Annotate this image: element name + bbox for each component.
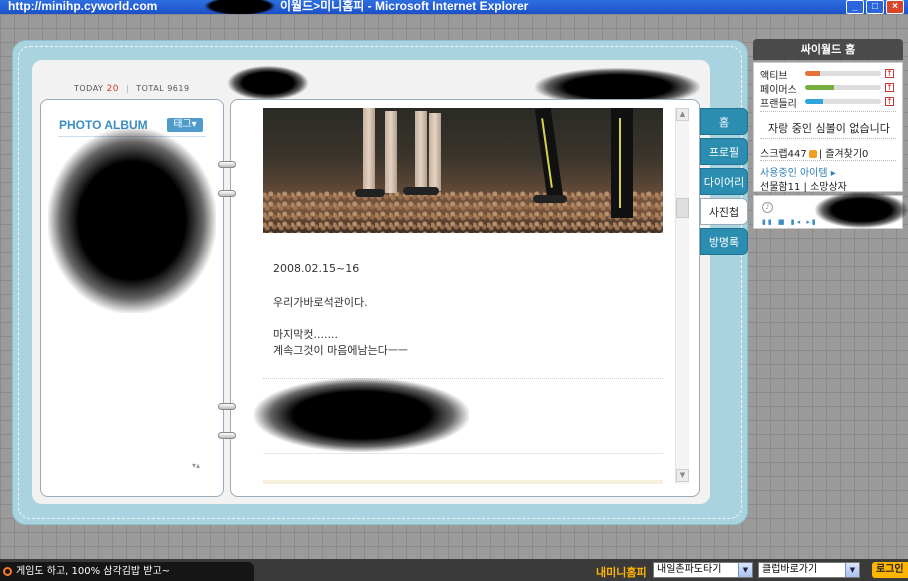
club-select-value: 클럽바로가기 bbox=[762, 564, 818, 575]
side-divider bbox=[760, 111, 896, 112]
gift-box-link[interactable]: 선물함11 | 소망상자 bbox=[760, 178, 847, 193]
player-controls[interactable]: ▮▮ ■ ▮◂ ▸▮ bbox=[762, 218, 818, 226]
side-divider bbox=[760, 160, 896, 161]
gift-label: 선물함11 bbox=[760, 182, 801, 193]
stat-bar-friendly bbox=[805, 99, 881, 104]
photo-ground bbox=[263, 191, 663, 233]
cyworld-home-header[interactable]: 싸이월드 홈 bbox=[753, 39, 903, 60]
total-label: TOTAL bbox=[136, 84, 165, 93]
photo-shoe bbox=[533, 195, 567, 203]
photo-leg bbox=[415, 111, 427, 191]
redacted-scribble bbox=[228, 66, 308, 100]
stat-up-icon: ↑ bbox=[885, 69, 894, 78]
binder-ring bbox=[218, 432, 236, 439]
post-divider bbox=[263, 453, 663, 454]
stat-up-icon: ↑ bbox=[885, 97, 894, 106]
status-message[interactable]: 게임도 하고, 100% 삼각김밥 받고~ bbox=[0, 562, 254, 581]
album-photo[interactable] bbox=[263, 108, 663, 233]
scroll-thumb[interactable] bbox=[676, 198, 689, 218]
photo-dark-leg bbox=[534, 108, 564, 199]
folder-toggle-icon[interactable]: ▾▴ bbox=[192, 461, 200, 470]
redacted-scribble bbox=[205, 0, 275, 14]
tab-photo-album[interactable]: 사진첩 bbox=[700, 198, 748, 225]
tab-guestbook[interactable]: 방명록 bbox=[700, 228, 748, 255]
scroll-down-icon[interactable]: ▼ bbox=[676, 469, 689, 482]
redacted-scribble bbox=[815, 192, 908, 228]
scroll-up-icon[interactable]: ▲ bbox=[676, 108, 689, 121]
redacted-scribble bbox=[48, 128, 216, 313]
stat-label-famous: 페이머스 bbox=[760, 85, 797, 96]
side-divider bbox=[760, 138, 896, 139]
photo-shoe bbox=[403, 187, 439, 195]
window-title: 이월드>미니홈피 - Microsoft Internet Explorer bbox=[280, 0, 529, 13]
coin-icon bbox=[808, 150, 817, 158]
tab-diary[interactable]: 다이어리 bbox=[700, 168, 748, 195]
ilchon-select[interactable]: 내일촌파도타기 ▼ bbox=[653, 562, 753, 578]
today-label: TODAY bbox=[74, 84, 104, 93]
my-minihp-link[interactable]: 내미니홈피 bbox=[596, 564, 647, 580]
window-title-bar: http://minihp.cyworld.com 이월드>미니홈피 - Mic… bbox=[0, 0, 908, 14]
post-line: 마지막컷....... bbox=[273, 328, 338, 341]
redacted-scribble bbox=[254, 378, 469, 452]
symbol-empty-message: 자랑 중인 심볼이 없습니다 bbox=[768, 122, 890, 135]
items-in-use-link[interactable]: 사용중인 아이템 ▸ bbox=[760, 164, 836, 179]
maximize-button[interactable]: □ bbox=[866, 0, 884, 14]
ilchon-select-value: 내일촌파도타기 bbox=[657, 564, 722, 575]
favorite-count: | 즐겨찾기0 bbox=[818, 149, 869, 160]
post-date: 2008.02.15~16 bbox=[273, 262, 360, 275]
photo-leg bbox=[385, 111, 397, 193]
stat-bar-famous bbox=[805, 85, 881, 90]
photo-leg bbox=[363, 108, 375, 193]
binder-ring bbox=[218, 403, 236, 410]
content-scrollbar[interactable]: ▲ ▼ bbox=[675, 108, 689, 484]
post-line: 계속그것이 마음에남는다ㅡㅡ bbox=[273, 344, 409, 357]
stat-up-icon: ↑ bbox=[885, 83, 894, 92]
stat-label-friendly: 프랜들리 bbox=[760, 99, 797, 110]
scrap-label: 스크랩447 bbox=[760, 149, 807, 160]
stat-bar-active bbox=[805, 71, 881, 76]
login-button[interactable]: 로그인 bbox=[872, 562, 908, 578]
status-ring-icon bbox=[3, 567, 12, 576]
close-button[interactable]: × bbox=[886, 0, 904, 14]
scrap-count[interactable]: 스크랩447 | 즐겨찾기0 bbox=[760, 145, 868, 160]
photo-shoe bbox=[355, 189, 385, 197]
window-controls: _ □ × bbox=[846, 0, 904, 14]
window-url: http://minihp.cyworld.com bbox=[8, 0, 158, 13]
post-line: 우리가바로석관이다. bbox=[273, 296, 368, 309]
photo-dark-leg bbox=[611, 108, 633, 218]
today-count: 20 bbox=[106, 84, 119, 94]
stat-fill bbox=[805, 71, 821, 76]
minimize-button[interactable]: _ bbox=[846, 0, 864, 14]
visit-counter: TODAY 20 | TOTAL 9619 bbox=[74, 84, 190, 94]
music-disc-icon: ♪ bbox=[762, 202, 773, 213]
photo-stripe bbox=[619, 118, 621, 208]
post-footer bbox=[263, 480, 663, 484]
stat-fill bbox=[805, 85, 834, 90]
tab-profile[interactable]: 프로필 bbox=[700, 138, 748, 165]
club-select[interactable]: 클럽바로가기 ▼ bbox=[758, 562, 860, 578]
total-count: 9619 bbox=[167, 84, 190, 93]
tag-button[interactable]: 태그▾ bbox=[167, 118, 203, 132]
stat-label-active: 액티브 bbox=[760, 71, 788, 82]
tab-home[interactable]: 홈 bbox=[700, 108, 748, 135]
binder-ring bbox=[218, 190, 236, 197]
chevron-down-icon[interactable]: ▼ bbox=[845, 563, 859, 577]
stat-fill bbox=[805, 99, 824, 104]
binder-ring bbox=[218, 161, 236, 168]
counter-separator: | bbox=[126, 84, 130, 93]
chevron-down-icon[interactable]: ▼ bbox=[738, 563, 752, 577]
photo-leg bbox=[429, 113, 441, 191]
